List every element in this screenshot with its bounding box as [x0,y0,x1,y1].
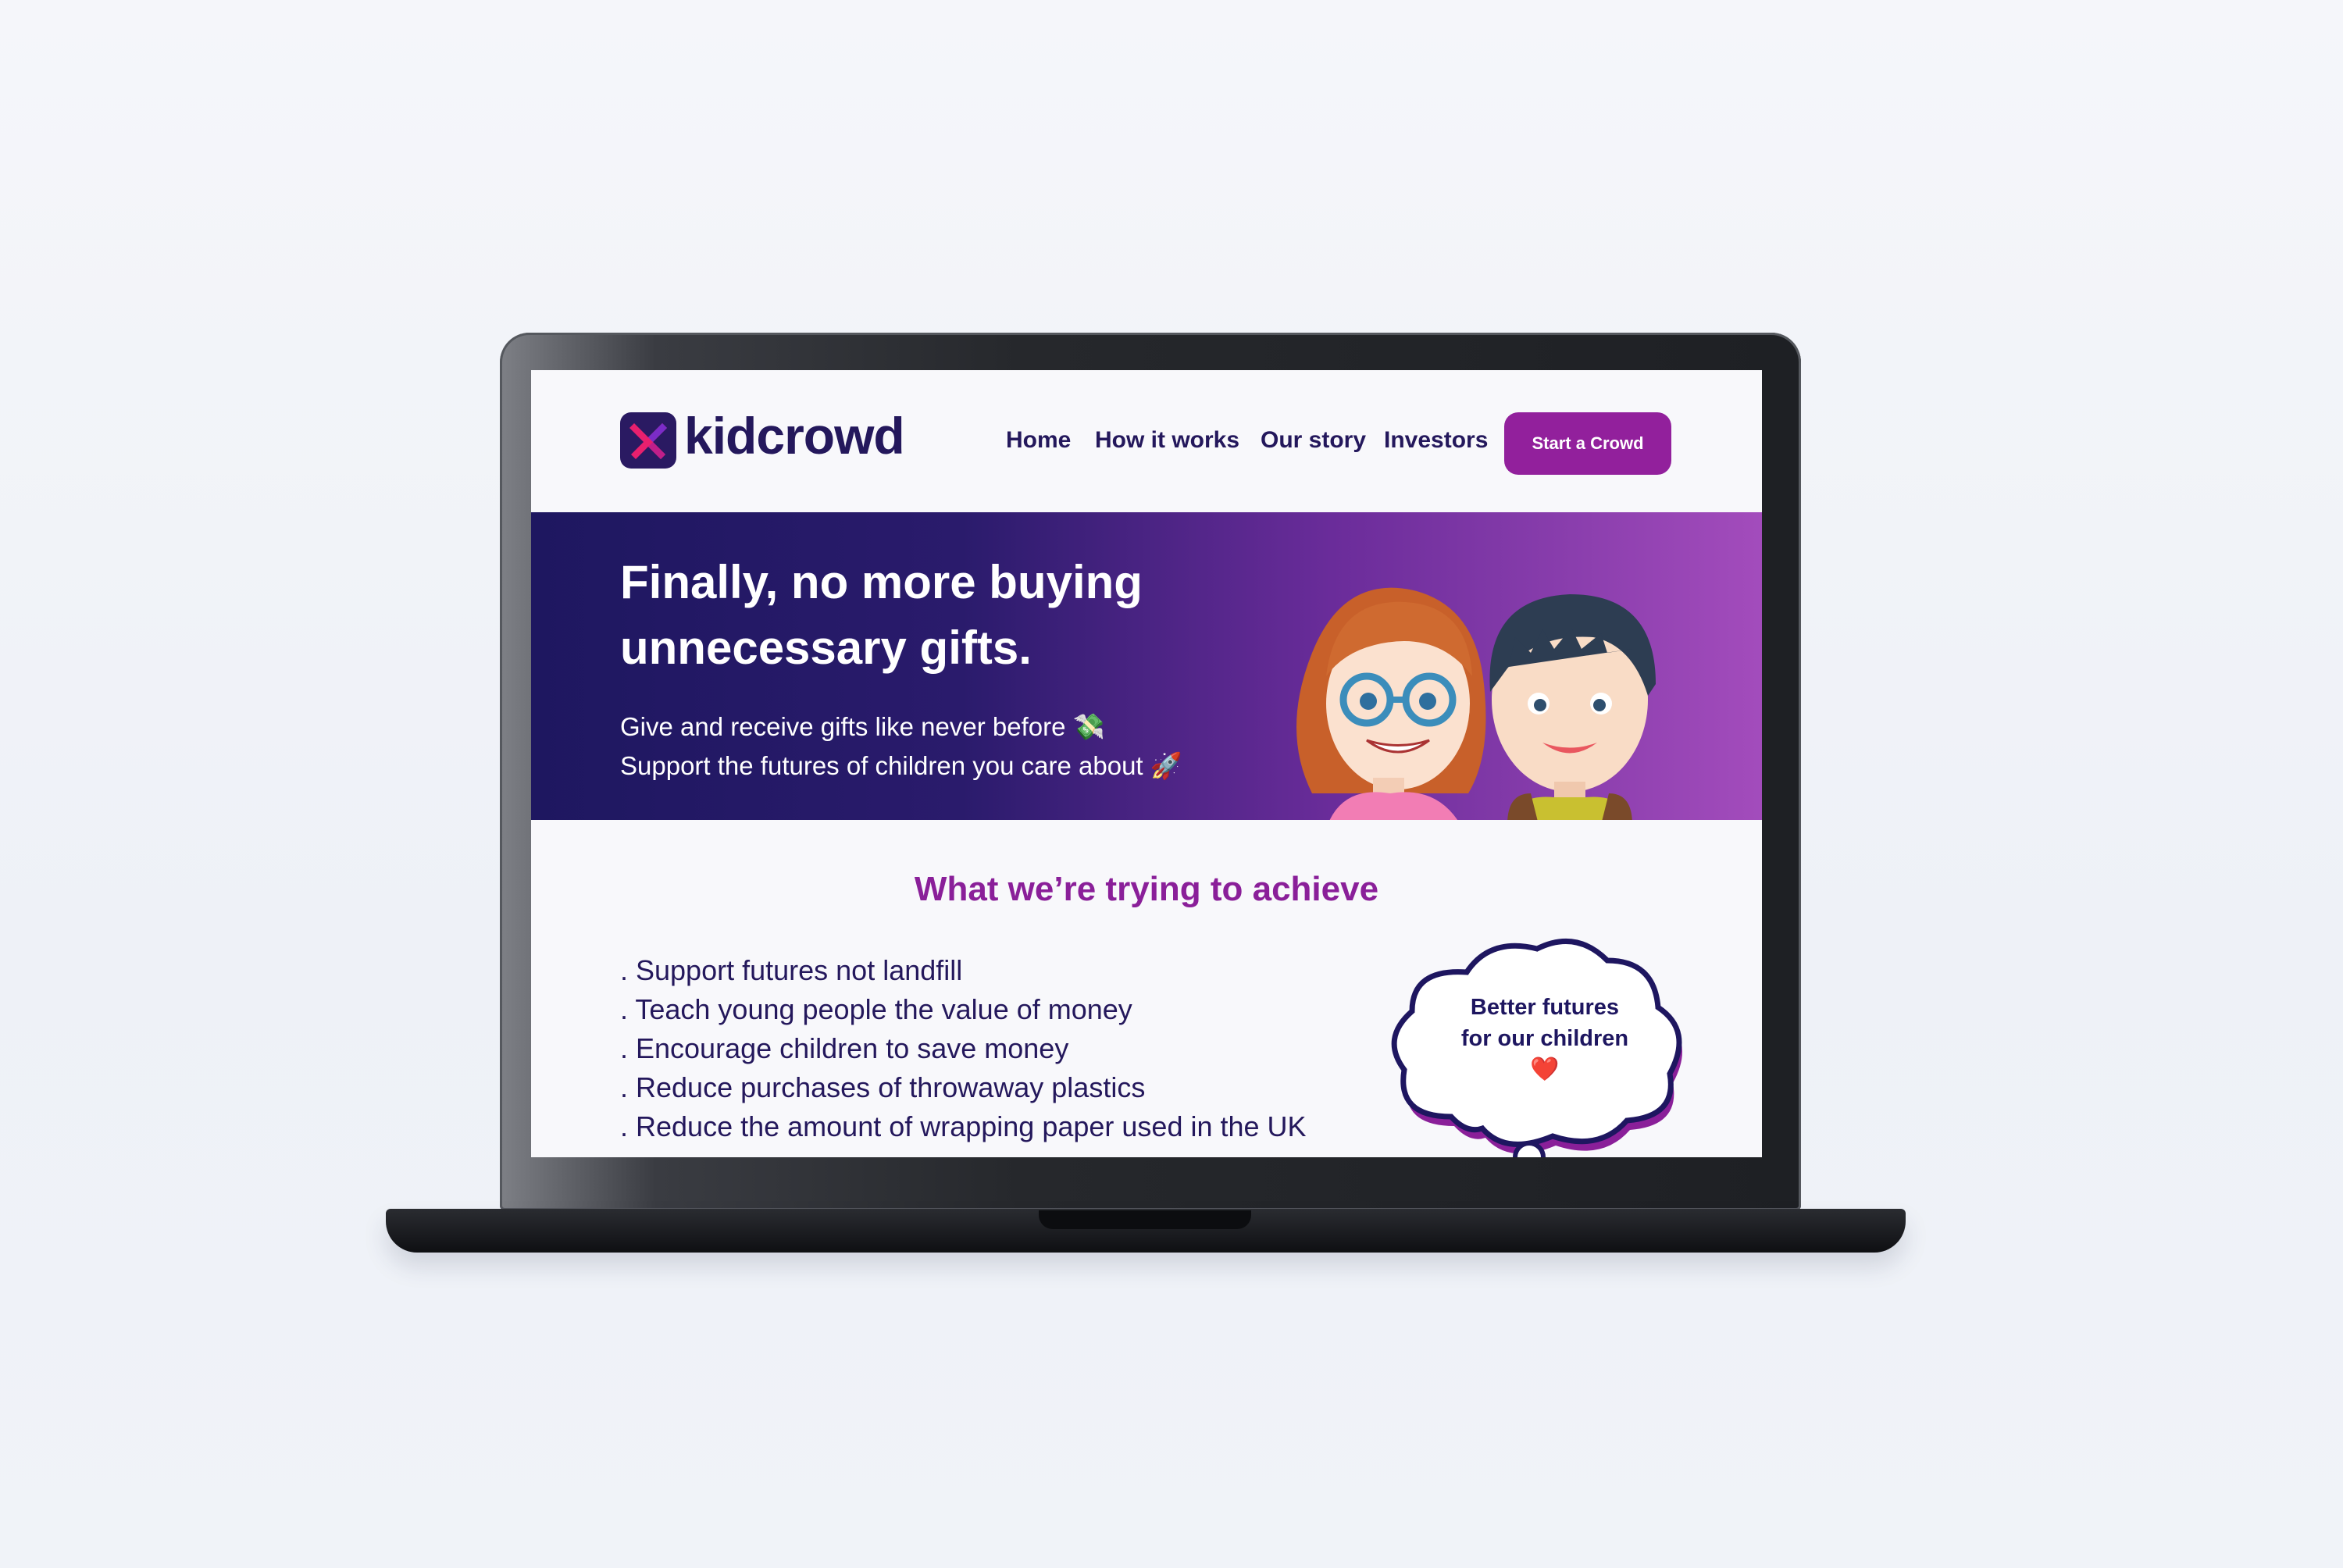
nav-investors[interactable]: Investors [1384,425,1488,456]
hero-line-1: Give and receive gifts like never before… [620,712,1105,741]
list-item: . Encourage children to save money [620,1032,1069,1064]
hero-title: Finally, no more buying unnecessary gift… [620,556,1143,674]
list-item: . Teach young people the value of money [620,993,1132,1025]
bubble-line-1: Better futures [1470,995,1620,1020]
browser-screen: kidcrowd Home How it works Our story Inv… [531,370,1762,1157]
goals-list: . Support futures not landfill . Teach y… [620,951,1401,1146]
list-item: . Reduce the amount of wrapping paper us… [620,1110,1307,1142]
hero-line-2: Support the futures of children you care… [620,751,1182,780]
logo-wordmark[interactable]: kidcrowd [684,404,905,467]
nav-home[interactable]: Home [1006,425,1071,456]
hero-banner: Finally, no more buying unnecessary gift… [531,512,1762,820]
children-illustration [1296,587,1656,820]
hero-subtitle: Give and receive gifts like never before… [620,707,1261,786]
section-title: What we’re trying to achieve [914,870,1379,908]
top-nav: kidcrowd Home How it works Our story Inv… [531,370,1762,512]
laptop-notch [1039,1210,1251,1229]
list-item: . Reduce purchases of throwaway plastics [620,1071,1146,1103]
nav-our-story[interactable]: Our story [1261,425,1366,456]
start-a-crowd-button[interactable]: Start a Crowd [1504,412,1671,475]
boy-illustration [1489,594,1656,820]
girl-illustration [1296,587,1486,820]
bubble-line-2: for our children [1460,1026,1629,1051]
list-item: . Support futures not landfill [620,954,963,986]
kidcrowd-logo-icon[interactable] [620,412,676,469]
thought-bubble-text: Better futures for our children ❤️ [1428,992,1662,1085]
heart-icon: ❤️ [1530,1057,1560,1082]
nav-how-it-works[interactable]: How it works [1095,425,1239,456]
